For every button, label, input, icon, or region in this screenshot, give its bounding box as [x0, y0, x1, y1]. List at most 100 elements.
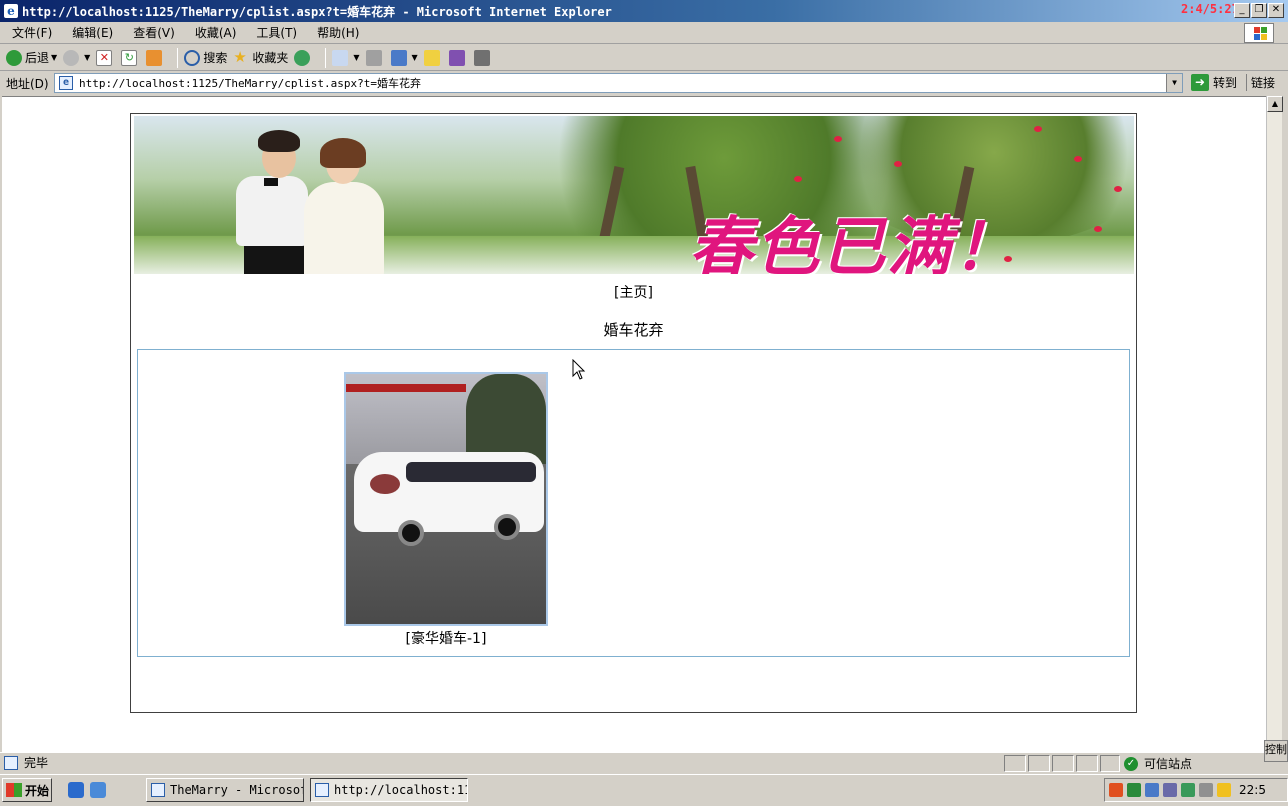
close-button[interactable]: ✕	[1268, 3, 1284, 18]
back-button[interactable]: 后退 ▼	[6, 49, 57, 66]
clock: 22:5	[1239, 783, 1266, 797]
taskbar-item-ie[interactable]: http://localhost:11...	[310, 778, 468, 802]
start-button[interactable]: 开始	[2, 778, 52, 802]
mail-dropdown-icon[interactable]: ▼	[353, 53, 359, 62]
home-icon	[146, 49, 163, 66]
menu-bar: 文件(F) 编辑(E) 查看(V) 收藏(A) 工具(T) 帮助(H)	[0, 22, 1288, 44]
refresh-button[interactable]: ↻	[121, 49, 140, 66]
home-link[interactable]: [主页]	[131, 282, 1136, 302]
taskbar: 开始 TheMarry - Microsof... http://localho…	[0, 774, 1288, 806]
banner-slogan: 春色已满！	[689, 210, 1019, 274]
messenger-button[interactable]	[448, 49, 468, 66]
product-list: [豪华婚车-1]	[137, 349, 1130, 657]
mail-button[interactable]: ▼	[332, 49, 360, 66]
windows-flag-icon	[6, 783, 22, 797]
toolbar-separator	[177, 47, 179, 68]
discuss-icon	[423, 49, 440, 66]
browser-viewport: 春色已满！ [主页] 婚车花弃 [豪华婚车-1]	[2, 96, 1266, 752]
search-button[interactable]: 搜索	[184, 49, 227, 66]
network-icon[interactable]	[1127, 783, 1141, 797]
tray-app-icon[interactable]	[1181, 783, 1195, 797]
taskbar-item-themarry[interactable]: TheMarry - Microsof...	[146, 778, 304, 802]
ie-icon	[315, 783, 329, 797]
menu-tools[interactable]: 工具(T)	[250, 24, 303, 41]
status-pane	[1052, 755, 1074, 772]
security-zone: ✓ 可信站点	[1124, 755, 1192, 772]
refresh-icon: ↻	[121, 49, 138, 66]
messenger-icon	[448, 49, 465, 66]
input-method-icon[interactable]	[1109, 783, 1123, 797]
discuss-button[interactable]	[423, 49, 443, 66]
forward-button[interactable]: ▼	[63, 49, 90, 66]
address-label: 地址(D)	[6, 76, 49, 91]
edit-dropdown-icon[interactable]: ▼	[412, 53, 418, 62]
status-pane	[1004, 755, 1026, 772]
forward-dropdown-icon[interactable]: ▼	[84, 53, 90, 62]
stop-button[interactable]: ✕	[96, 49, 115, 66]
menu-file[interactable]: 文件(F)	[6, 24, 58, 41]
minimize-button[interactable]: _	[1234, 3, 1250, 18]
research-button[interactable]	[473, 49, 493, 66]
menu-view[interactable]: 查看(V)	[127, 24, 181, 41]
trusted-check-icon: ✓	[1124, 756, 1138, 771]
tray-app-icon[interactable]	[1163, 783, 1177, 797]
window-title: http://localhost:1125/TheMarry/cplist.as…	[22, 4, 612, 19]
standard-toolbar: 后退 ▼ ▼ ✕ ↻ 搜索 ★ 收藏夹 ▼ ▼	[0, 45, 1288, 71]
status-pane	[1028, 755, 1050, 772]
window-title-bar: e http://localhost:1125/TheMarry/cplist.…	[0, 0, 1288, 22]
search-icon	[184, 49, 201, 66]
tray-app-icon[interactable]	[1145, 783, 1159, 797]
go-button[interactable]: ➜ 转到	[1191, 74, 1237, 91]
product-caption[interactable]: [豪华婚车-1]	[344, 628, 548, 648]
status-text: 完毕	[24, 756, 49, 770]
page-icon: e	[59, 76, 73, 90]
status-bar: 完毕 ✓ 可信站点	[0, 752, 1288, 772]
start-label: 开始	[25, 783, 50, 798]
back-label: 后退	[25, 51, 50, 65]
favorites-label: 收藏夹	[252, 51, 289, 65]
address-bar: 地址(D) e http://localhost:1125/TheMarry/c…	[0, 71, 1288, 95]
windows-flag-icon	[1244, 23, 1274, 43]
tray-app-icon[interactable]	[1217, 783, 1231, 797]
print-button[interactable]	[365, 49, 385, 66]
control-panel-peek[interactable]: 控制	[1264, 740, 1288, 762]
couple-illustration	[144, 122, 384, 274]
restore-button[interactable]: ❐	[1251, 3, 1267, 18]
search-label: 搜索	[203, 51, 228, 65]
favorites-button[interactable]: ★ 收藏夹	[233, 49, 288, 66]
product-image[interactable]	[344, 372, 548, 626]
ie-logo-icon: e	[4, 4, 18, 18]
stop-icon: ✕	[96, 49, 113, 66]
desktop-quicklaunch-icon[interactable]	[90, 782, 106, 798]
history-button[interactable]	[294, 49, 313, 66]
system-tray: 22:5	[1104, 778, 1288, 802]
scroll-up-icon[interactable]: ▲	[1267, 96, 1283, 112]
edit-button[interactable]: ▼	[390, 49, 418, 66]
address-dropdown-icon[interactable]: ▼	[1166, 74, 1182, 92]
address-url: http://localhost:1125/TheMarry/cplist.as…	[79, 77, 422, 90]
forward-arrow-icon	[63, 49, 80, 66]
back-dropdown-icon[interactable]: ▼	[51, 53, 57, 62]
mail-icon	[332, 49, 349, 66]
edit-icon	[390, 49, 407, 66]
product-card[interactable]: [豪华婚车-1]	[344, 372, 548, 647]
ie-quicklaunch-icon[interactable]	[68, 782, 84, 798]
menu-favorites[interactable]: 收藏(A)	[189, 24, 243, 41]
home-link-text[interactable]: [主页]	[614, 285, 653, 301]
menu-help[interactable]: 帮助(H)	[311, 24, 365, 41]
go-label: 转到	[1213, 76, 1238, 90]
links-button[interactable]: 链接	[1246, 74, 1275, 91]
back-arrow-icon	[6, 49, 22, 66]
home-button[interactable]	[146, 49, 165, 66]
menu-edit[interactable]: 编辑(E)	[66, 24, 119, 41]
tray-app-icon[interactable]	[1199, 783, 1213, 797]
task-label: TheMarry - Microsof...	[170, 783, 303, 797]
clock-overlay: 2:4/5:27	[1181, 2, 1239, 16]
banner-image: 春色已满！	[134, 116, 1134, 274]
vertical-scrollbar[interactable]: ▲	[1266, 96, 1283, 752]
toolbar-separator	[325, 47, 327, 68]
status-pane	[1076, 755, 1098, 772]
address-input[interactable]: e http://localhost:1125/TheMarry/cplist.…	[54, 73, 1183, 93]
task-label: http://localhost:11...	[334, 783, 467, 797]
star-icon: ★	[233, 47, 247, 66]
